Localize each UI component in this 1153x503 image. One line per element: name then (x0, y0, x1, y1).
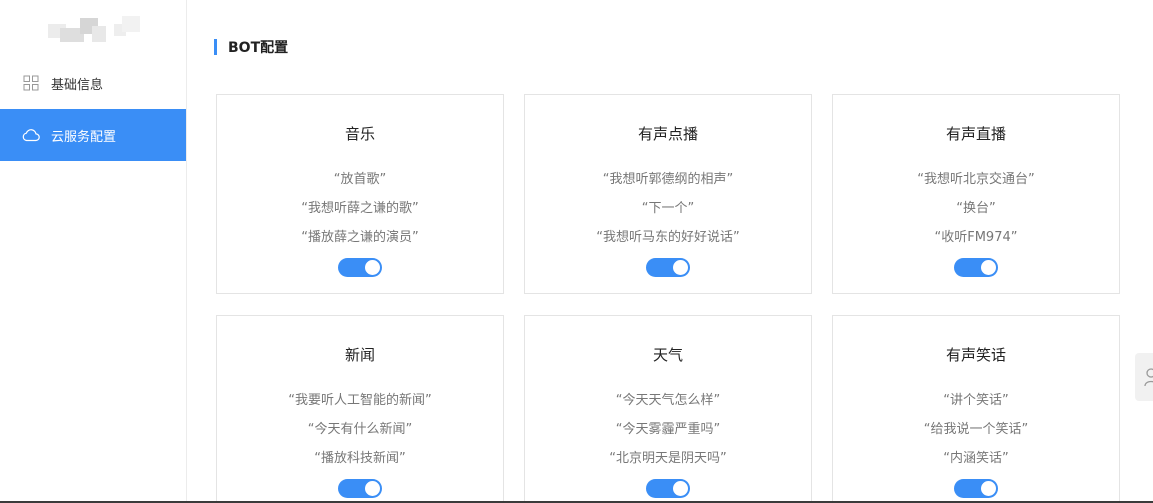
card-example: “给我说一个笑话” (923, 422, 1029, 437)
bot-card-jokes: 有声笑话 “讲个笑话” “给我说一个笑话” “内涵笑话” (832, 315, 1120, 503)
toggle-knob (981, 481, 996, 496)
sidebar-item-basic-info[interactable]: 基础信息 (0, 57, 186, 109)
bot-card-audio-live: 有声直播 “我想听北京交通台” “换台” “收听FM974” (832, 94, 1120, 294)
card-example: “放首歌” (333, 172, 387, 187)
title-accent-bar (214, 39, 217, 55)
card-title: 天气 (652, 346, 683, 364)
card-example: “北京明天是阴天吗” (609, 451, 727, 466)
toggle-knob (981, 260, 996, 275)
sidebar-item-label: 云服务配置 (51, 129, 117, 145)
enable-toggle[interactable] (954, 479, 998, 498)
enable-toggle[interactable] (646, 479, 690, 498)
main-content: BOT配置 音乐 “放首歌” “我想听薛之谦的歌” “播放薛之谦的演员” 有声点… (187, 0, 1153, 503)
card-example: “讲个笑话” (943, 393, 1009, 408)
card-example: “换台” (956, 201, 996, 216)
section-title-text: BOT配置 (228, 40, 289, 56)
cloud-icon (22, 126, 40, 144)
floating-side-tab[interactable] (1135, 353, 1153, 401)
app-root: 基础信息 云服务配置 BOT配置 音乐 “放首歌” “我想听薛之谦的歌” “播放… (0, 0, 1153, 503)
bot-card-weather: 天气 “今天天气怎么样” “今天雾霾严重吗” “北京明天是阴天吗” (524, 315, 812, 503)
enable-toggle[interactable] (646, 258, 690, 277)
enable-toggle[interactable] (954, 258, 998, 277)
toggle-knob (365, 260, 380, 275)
bot-card-music: 音乐 “放首歌” “我想听薛之谦的歌” “播放薛之谦的演员” (216, 94, 504, 294)
card-title: 音乐 (344, 125, 375, 143)
card-title: 有声直播 (945, 125, 1006, 143)
card-example: “我想听北京交通台” (917, 172, 1035, 187)
card-example: “播放科技新闻” (314, 451, 406, 466)
sidebar-item-cloud-service-config[interactable]: 云服务配置 (0, 109, 186, 161)
card-example: “今天有什么新闻” (307, 422, 413, 437)
logo (48, 14, 142, 44)
card-example: “收听FM974” (934, 230, 1018, 245)
enable-toggle[interactable] (338, 479, 382, 498)
bot-card-news: 新闻 “我要听人工智能的新闻” “今天有什么新闻” “播放科技新闻” (216, 315, 504, 503)
card-title: 有声点播 (637, 125, 698, 143)
sidebar-item-label: 基础信息 (51, 77, 104, 93)
card-title: 有声笑话 (945, 346, 1006, 364)
toggle-knob (673, 260, 688, 275)
card-example: “播放薛之谦的演员” (301, 230, 419, 245)
card-example: “今天天气怎么样” (615, 393, 721, 408)
sidebar: 基础信息 云服务配置 (0, 0, 187, 503)
card-example: “我想听薛之谦的歌” (301, 201, 419, 216)
toggle-knob (673, 481, 688, 496)
user-icon (1144, 368, 1153, 387)
card-example: “我想听郭德纲的相声” (602, 172, 734, 187)
card-example: “我想听马东的好好说话” (596, 230, 740, 245)
card-example: “下一个” (641, 201, 695, 216)
card-example: “我要听人工智能的新闻” (288, 393, 432, 408)
enable-toggle[interactable] (338, 258, 382, 277)
grid-icon (22, 74, 40, 92)
card-title: 新闻 (344, 346, 375, 364)
section-title: BOT配置 (214, 37, 288, 57)
card-example: “内涵笑话” (943, 451, 1009, 466)
toggle-knob (365, 481, 380, 496)
bot-card-audio-on-demand: 有声点播 “我想听郭德纲的相声” “下一个” “我想听马东的好好说话” (524, 94, 812, 294)
card-example: “今天雾霾严重吗” (615, 422, 721, 437)
